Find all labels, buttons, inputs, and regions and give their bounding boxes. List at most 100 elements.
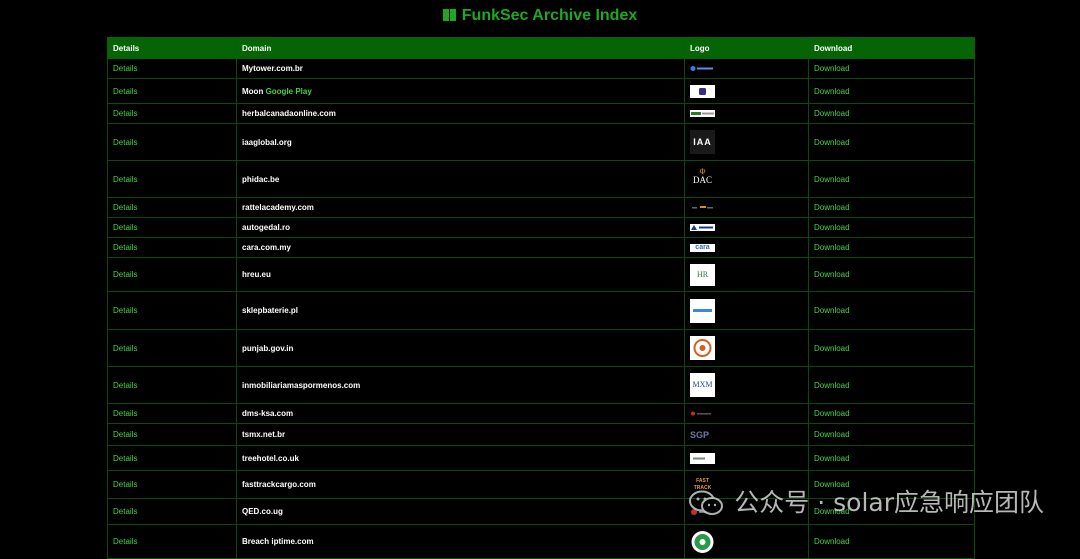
logo-cell: Φ DAC (684, 160, 809, 198)
download-link[interactable]: Download (808, 257, 975, 292)
domain-name: herbalcanadaonline.com (236, 103, 685, 124)
details-link[interactable]: Details (107, 237, 237, 258)
domain-name: Moon (242, 86, 264, 96)
domain-name: punjab.gov.in (236, 329, 685, 367)
wechat-icon (689, 490, 724, 515)
phidac-logo-text: DAC (692, 175, 712, 185)
book-icon (442, 9, 456, 21)
download-link[interactable]: Download (808, 445, 975, 471)
download-link[interactable]: Download (808, 123, 975, 161)
logo-cell (684, 217, 809, 238)
mxm-logo: MXM (690, 373, 715, 397)
logo-cell (684, 524, 809, 559)
rattel-logo (692, 206, 713, 209)
logo-cell (684, 403, 809, 424)
logo-cell (684, 329, 809, 367)
domain-name: QED.co.ug (236, 498, 685, 525)
punjab-emblem-logo (690, 336, 715, 360)
hreu-logo: HR (690, 263, 715, 286)
download-link[interactable]: Download (808, 524, 975, 559)
domain-name: phidac.be (236, 160, 685, 198)
domain-name: treehotel.co.uk (236, 445, 685, 471)
download-link[interactable]: Download (808, 291, 975, 330)
details-link[interactable]: Details (107, 197, 237, 218)
logo-cell (684, 445, 809, 471)
details-link[interactable]: Details (107, 257, 237, 292)
archive-table: Details Domain Logo Download Details Myt… (107, 37, 975, 559)
download-link[interactable]: Download (808, 366, 975, 404)
download-link[interactable]: Download (808, 217, 975, 238)
table-row: Details autogedal.ro Download (107, 217, 975, 238)
table-row: Details iaaglobal.org IAA Download (107, 123, 975, 161)
domain-name: inmobiliariamaspormenos.com (236, 366, 685, 404)
details-link[interactable]: Details (107, 470, 237, 499)
table-row: Details Mytower.com.br Download (107, 58, 975, 79)
domain-cell: Moon Google Play (236, 78, 685, 104)
details-link[interactable]: Details (107, 445, 237, 471)
table-row: Details herbalcanadaonline.com Download (107, 103, 975, 124)
table-row: Details Moon Google Play Download (107, 78, 975, 104)
download-link[interactable]: Download (808, 78, 975, 104)
domain-name: tsmx.net.br (236, 423, 685, 446)
page-title-text: FunkSec Archive Index (461, 7, 638, 24)
download-link[interactable]: Download (808, 237, 975, 258)
table-row: Details sklepbaterie.pl Download (107, 291, 975, 330)
google-play-link[interactable]: Google Play (266, 87, 312, 96)
domain-name: sklepbaterie.pl (236, 291, 685, 330)
details-link[interactable]: Details (107, 58, 237, 79)
details-link[interactable]: Details (107, 524, 237, 559)
table-row: Details hreu.eu HR Download (107, 257, 975, 292)
moon-logo (690, 84, 715, 98)
details-link[interactable]: Details (107, 403, 237, 424)
details-link[interactable]: Details (107, 103, 237, 124)
logo-cell: IAA (684, 123, 809, 161)
autogedal-logo (690, 224, 715, 232)
table-row: Details tsmx.net.br SGP Download (107, 423, 975, 446)
logo-cell (684, 103, 809, 124)
details-link[interactable]: Details (107, 423, 237, 446)
domain-name: fasttrackcargo.com (236, 470, 685, 499)
header-logo: Logo (684, 37, 809, 59)
details-link[interactable]: Details (107, 123, 237, 161)
header-domain: Domain (236, 37, 685, 59)
download-link[interactable]: Download (808, 103, 975, 124)
download-link[interactable]: Download (808, 197, 975, 218)
mytower-logo (690, 66, 713, 72)
details-link[interactable]: Details (107, 366, 237, 404)
breach-logo (691, 530, 714, 553)
details-link[interactable]: Details (107, 329, 237, 367)
herbal-logo (690, 110, 715, 118)
wechat-watermark: 公众号 · solar应急响应团队 (688, 483, 1044, 519)
sgp-logo: SGP (690, 429, 710, 440)
logo-cell: HR (684, 257, 809, 292)
domain-name: autogedal.ro (236, 217, 685, 238)
details-link[interactable]: Details (107, 217, 237, 238)
phidac-logo: Φ DAC (690, 167, 715, 191)
logo-cell (684, 197, 809, 218)
domain-name: dms-ksa.com (236, 403, 685, 424)
details-link[interactable]: Details (107, 498, 237, 525)
table-row: Details punjab.gov.in Download (107, 329, 975, 367)
logo-cell (684, 78, 809, 104)
download-link[interactable]: Download (808, 160, 975, 198)
cara-logo: cara (690, 243, 715, 252)
dms-logo (691, 411, 711, 416)
iaa-logo: IAA (690, 130, 715, 154)
table-row: Details dms-ksa.com Download (107, 403, 975, 424)
table-header-row: Details Domain Logo Download (107, 37, 975, 59)
download-link[interactable]: Download (808, 329, 975, 367)
table-row: Details phidac.be Φ DAC Download (107, 160, 975, 198)
table-row: Details Breach iptime.com Download (107, 524, 975, 559)
details-link[interactable]: Details (107, 291, 237, 330)
domain-name: iaaglobal.org (236, 123, 685, 161)
logo-cell: SGP (684, 423, 809, 446)
details-link[interactable]: Details (107, 160, 237, 198)
logo-cell: cara (684, 237, 809, 258)
domain-name: Mytower.com.br (236, 58, 685, 79)
download-link[interactable]: Download (808, 58, 975, 79)
logo-cell (684, 291, 809, 330)
page-title: FunkSec Archive Index (0, 6, 1080, 26)
download-link[interactable]: Download (808, 403, 975, 424)
download-link[interactable]: Download (808, 423, 975, 446)
details-link[interactable]: Details (107, 78, 237, 104)
